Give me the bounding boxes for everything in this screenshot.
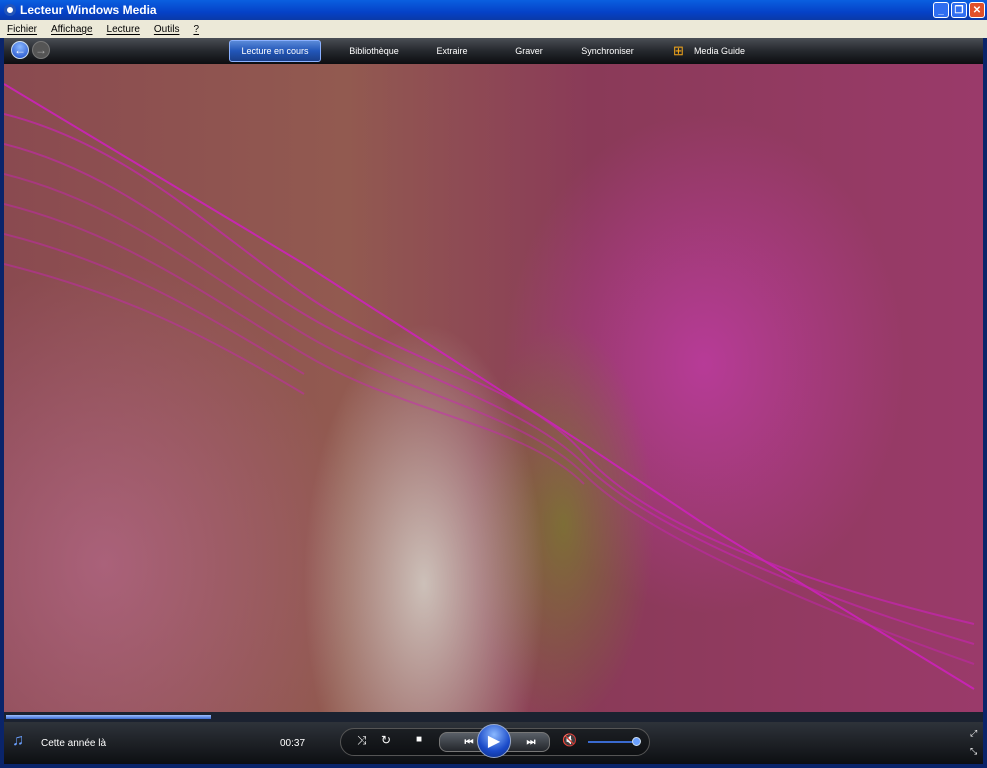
- repeat-icon[interactable]: ↻: [381, 733, 391, 747]
- menu-lecture[interactable]: Lecture: [107, 24, 140, 35]
- title-bar: Lecteur Windows Media _ ❐ ✕: [0, 0, 987, 20]
- visualization-waves: [4, 83, 975, 690]
- menu-help[interactable]: ?: [193, 24, 199, 35]
- menu-outils[interactable]: Outils: [154, 24, 180, 35]
- seek-bar[interactable]: [4, 712, 983, 722]
- control-bar: ♫ Cette année là 00:37 ⤨ ↻ ■ ⏮ ⏭ ▶ 🔇 ⤢ ⤡: [4, 722, 983, 764]
- seek-progress: [6, 715, 211, 719]
- windows-logo-icon: ⊞: [673, 43, 684, 58]
- tab-graver[interactable]: Graver: [499, 40, 559, 62]
- elapsed-time[interactable]: 00:37: [280, 738, 305, 749]
- mute-icon[interactable]: 🔇: [562, 733, 577, 747]
- back-button[interactable]: ←: [11, 41, 29, 59]
- maximize-button[interactable]: ❐: [951, 2, 967, 18]
- close-button[interactable]: ✕: [969, 2, 985, 18]
- minimize-button[interactable]: _: [933, 2, 949, 18]
- nav-bar: ← → Lecture en cours Bibliothèque Extrai…: [4, 38, 983, 64]
- media-player-icon: [4, 4, 16, 16]
- shuffle-icon[interactable]: ⤨: [357, 733, 367, 748]
- visualization: [4, 64, 983, 712]
- compact-mode-icon[interactable]: ⤡: [970, 746, 977, 757]
- menu-fichier[interactable]: Fichier: [7, 24, 37, 35]
- tab-extraire[interactable]: Extraire: [422, 40, 482, 62]
- stop-icon[interactable]: ■: [416, 734, 422, 745]
- tab-lecture-en-cours[interactable]: Lecture en cours: [229, 40, 321, 62]
- volume-slider[interactable]: [588, 741, 638, 743]
- tab-bibliotheque[interactable]: Bibliothèque: [334, 40, 414, 62]
- fullscreen-icon[interactable]: ⤢: [970, 728, 977, 739]
- menu-bar: Fichier Affichage Lecture Outils ?: [0, 20, 987, 38]
- track-title: Cette année là: [41, 738, 107, 749]
- tab-media-guide[interactable]: ⊞ Media Guide: [659, 40, 759, 62]
- media-guide-label: Media Guide: [693, 46, 745, 56]
- window-title: Lecteur Windows Media: [20, 3, 157, 17]
- play-button[interactable]: ▶: [477, 724, 511, 758]
- music-note-icon: ♫: [12, 732, 24, 749]
- forward-button[interactable]: →: [32, 41, 50, 59]
- menu-affichage[interactable]: Affichage: [51, 24, 93, 35]
- tab-synchroniser[interactable]: Synchroniser: [570, 40, 645, 62]
- volume-knob[interactable]: [631, 737, 641, 746]
